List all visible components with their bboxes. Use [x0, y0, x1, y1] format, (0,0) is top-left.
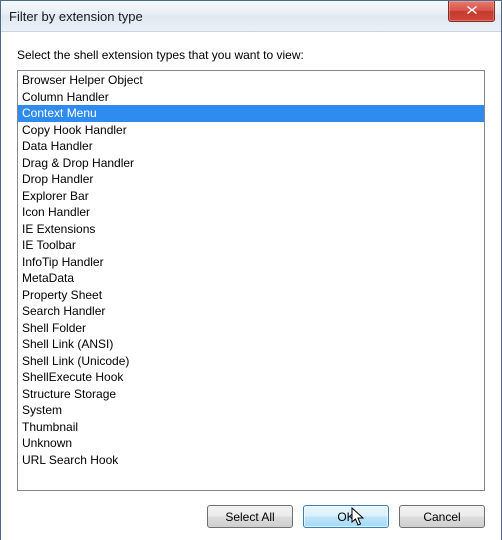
list-item[interactable]: URL Search Hook	[18, 452, 484, 469]
instruction-text: Select the shell extension types that yo…	[17, 48, 485, 62]
cancel-button[interactable]: Cancel	[399, 505, 485, 528]
list-item[interactable]: System	[18, 402, 484, 419]
list-item[interactable]: IE Toolbar	[18, 237, 484, 254]
ok-button[interactable]: OK	[303, 505, 389, 528]
list-item[interactable]: Data Handler	[18, 138, 484, 155]
list-item[interactable]: Copy Hook Handler	[18, 122, 484, 139]
list-item[interactable]: Context Menu	[18, 105, 484, 122]
list-item[interactable]: InfoTip Handler	[18, 254, 484, 271]
list-item[interactable]: Thumbnail	[18, 419, 484, 436]
list-item[interactable]: Explorer Bar	[18, 188, 484, 205]
dialog-window: Filter by extension type Select the shel…	[0, 0, 502, 540]
list-item[interactable]: Unknown	[18, 435, 484, 452]
list-item[interactable]: Icon Handler	[18, 204, 484, 221]
dialog-body: Select the shell extension types that yo…	[1, 32, 501, 540]
list-item[interactable]: ShellExecute Hook	[18, 369, 484, 386]
select-all-button[interactable]: Select All	[207, 505, 293, 528]
list-item[interactable]: Column Handler	[18, 89, 484, 106]
list-item[interactable]: Structure Storage	[18, 386, 484, 403]
list-item[interactable]: Drop Handler	[18, 171, 484, 188]
titlebar: Filter by extension type	[1, 1, 501, 32]
button-row: Select All OK Cancel	[17, 491, 485, 528]
close-button[interactable]	[448, 1, 495, 22]
close-icon	[466, 4, 478, 18]
window-title: Filter by extension type	[9, 9, 143, 24]
list-item[interactable]: Shell Link (Unicode)	[18, 353, 484, 370]
list-item[interactable]: Browser Helper Object	[18, 72, 484, 89]
list-item[interactable]: Shell Link (ANSI)	[18, 336, 484, 353]
extension-type-listbox[interactable]: Browser Helper ObjectColumn HandlerConte…	[17, 70, 485, 491]
list-item[interactable]: IE Extensions	[18, 221, 484, 238]
list-item[interactable]: Drag & Drop Handler	[18, 155, 484, 172]
list-item[interactable]: Property Sheet	[18, 287, 484, 304]
list-item[interactable]: Search Handler	[18, 303, 484, 320]
list-item[interactable]: MetaData	[18, 270, 484, 287]
list-item[interactable]: Shell Folder	[18, 320, 484, 337]
